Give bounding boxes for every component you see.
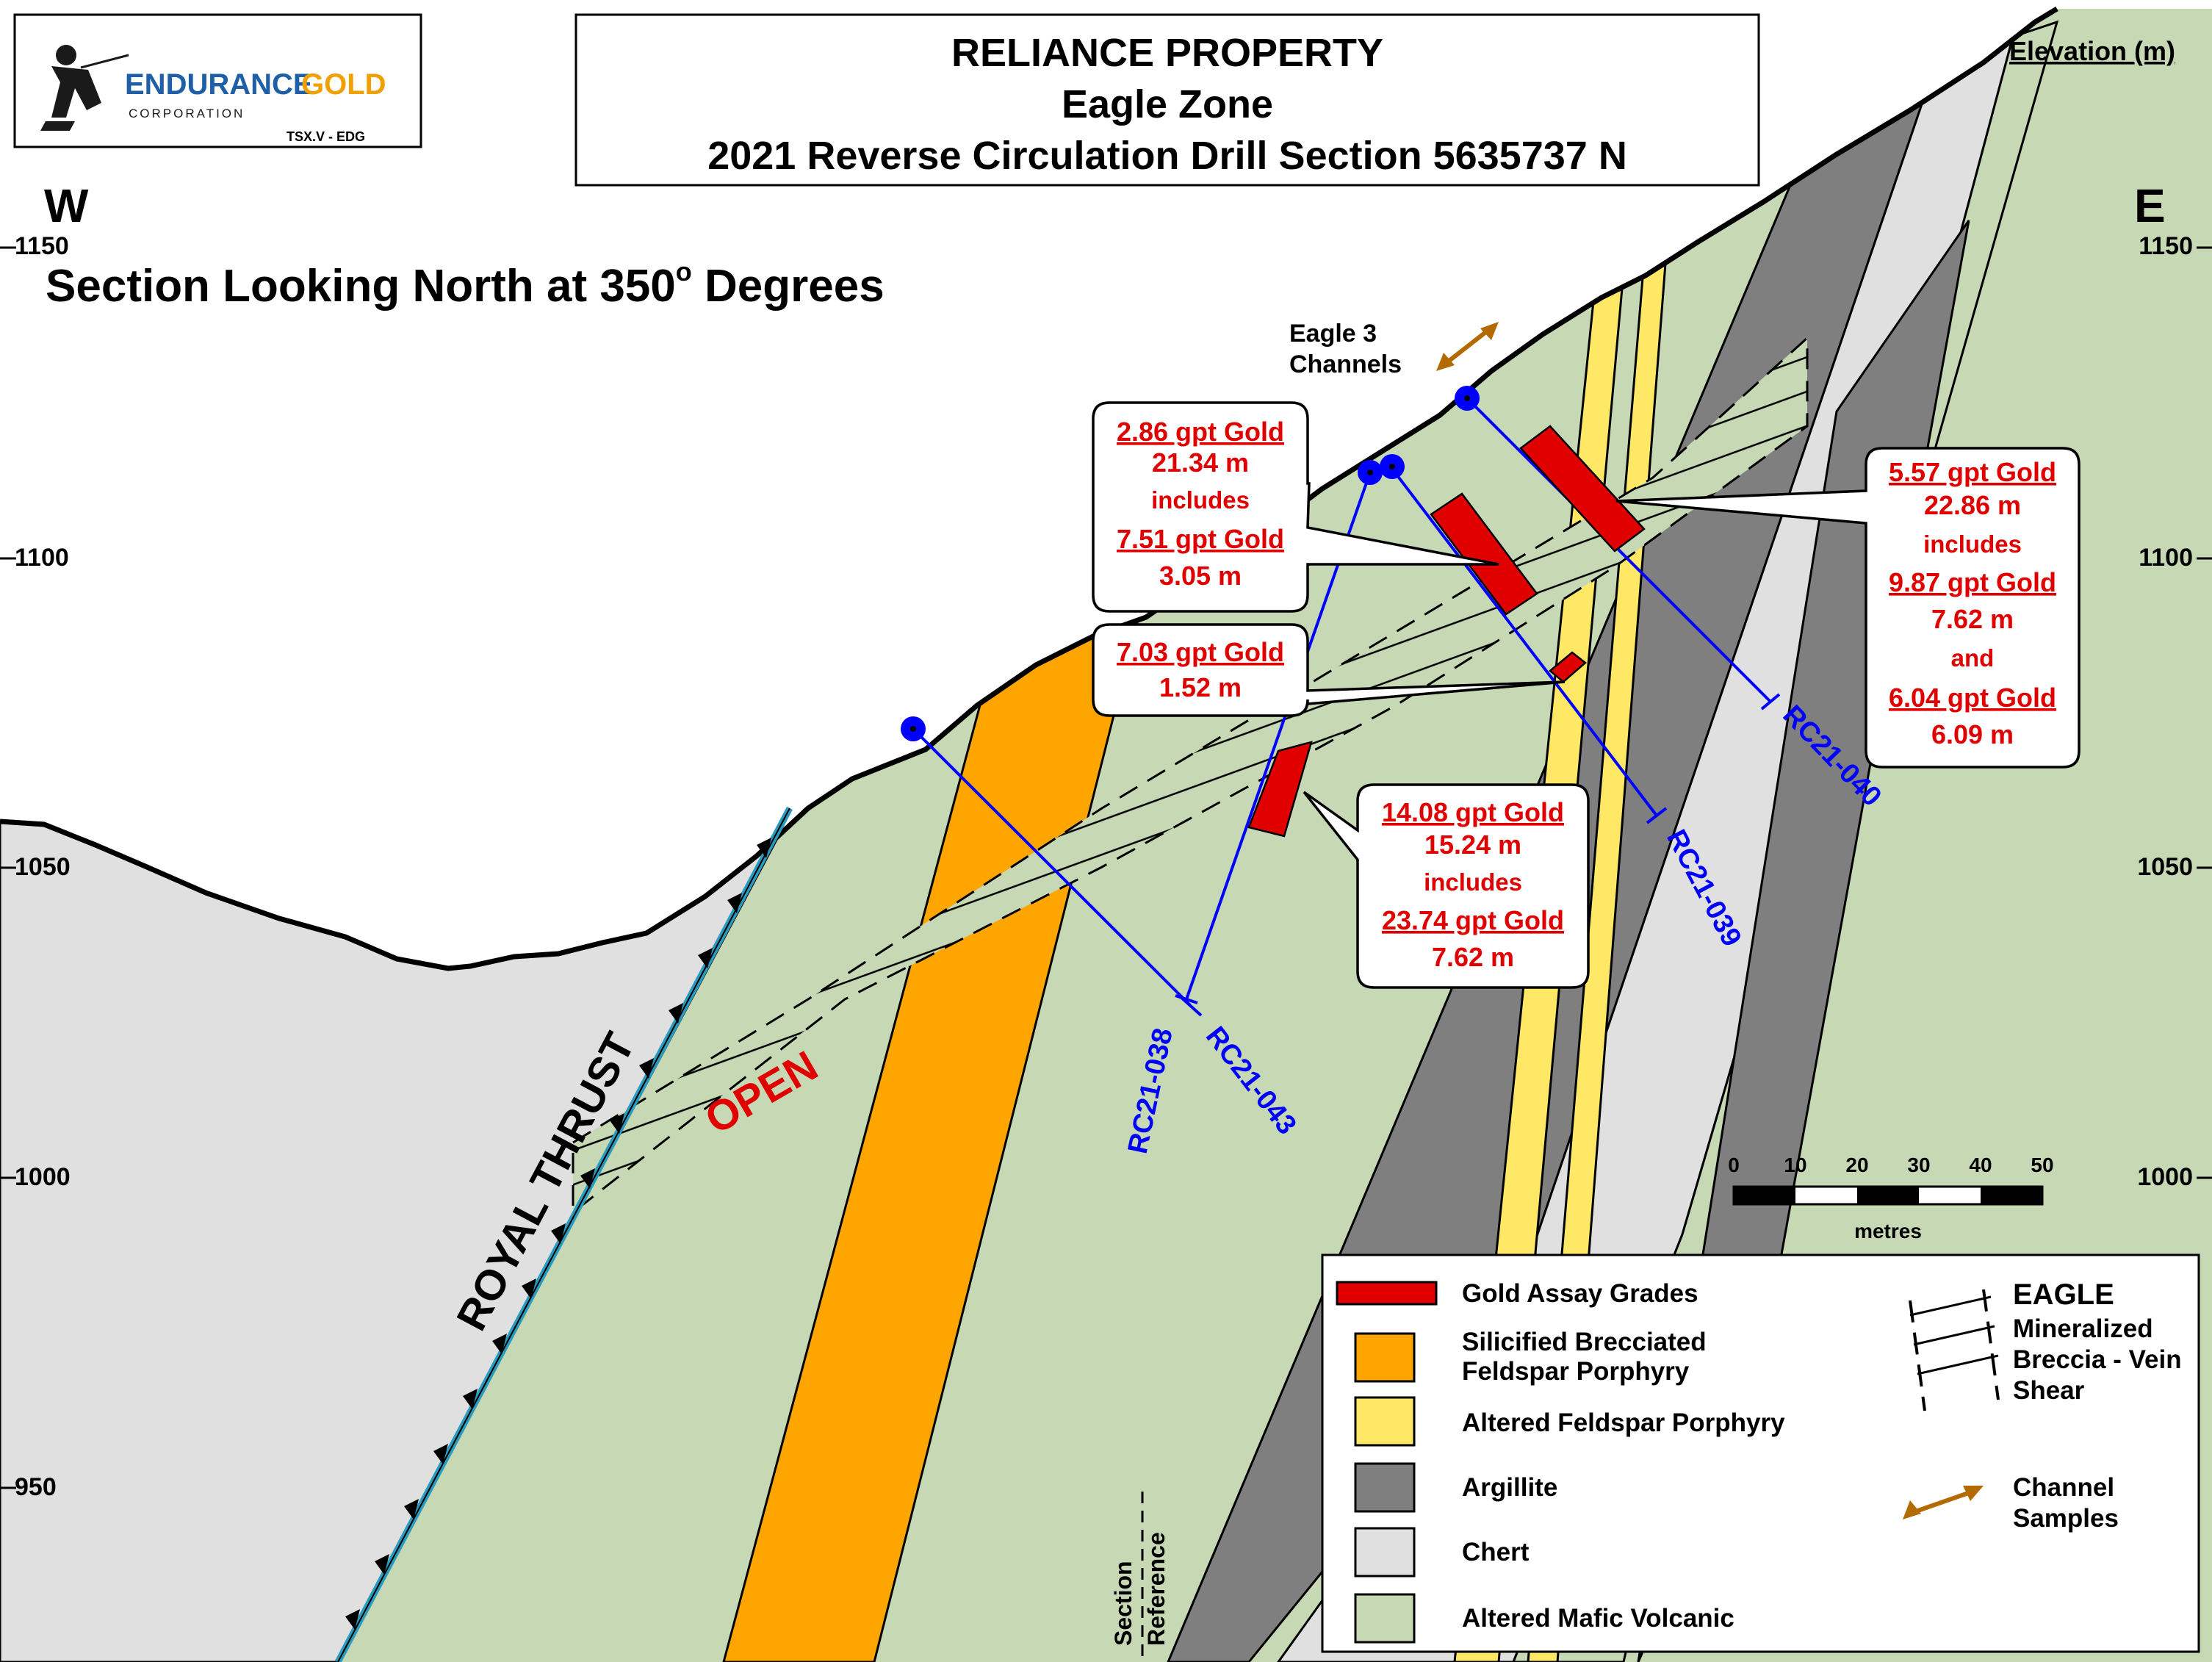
tick-right-1100: 1100 [2139,544,2193,572]
legend-labels: Gold Assay Grades Silicified Brecciated … [1462,1278,2182,1633]
tick-left-1100: 1100 [15,544,69,572]
callout-c1-grade2: 7.51 gpt Gold [1117,524,1284,554]
legend-channel-line1: Channel [2013,1473,2114,1502]
callout-c4-grade2: 9.87 gpt Gold [1889,567,2056,597]
callout-c4-and: and [1951,644,1995,672]
legend-label-chert: Chert [1462,1538,1530,1566]
callout-c1-grade: 2.86 gpt Gold [1117,417,1284,447]
tick-left-950: 950 [15,1473,57,1501]
callout-c3-grade: 14.08 gpt Gold [1382,797,1564,827]
tick-left-1000: 1000 [15,1163,71,1191]
title-line1: RELIANCE PROPERTY [951,31,1383,75]
callout-c1-length2: 3.05 m [1159,561,1242,591]
tick-right-1050: 1050 [2137,853,2193,881]
callout-c2-grade: 7.03 gpt Gold [1117,637,1284,667]
tick-right-1000: 1000 [2137,1163,2193,1191]
legend-eagle-title: EAGLE [2013,1278,2114,1311]
eagle3-channels-label-line1: Eagle 3 [1289,320,1377,348]
callout-c4-includes: includes [1923,530,2022,558]
open-label: OPEN [697,1042,826,1143]
title-line3: 2021 Reverse Circulation Drill Section 5… [707,134,1627,178]
callout-c4-grade: 5.57 gpt Gold [1889,457,2056,487]
scale-tick-40: 40 [1969,1154,1992,1176]
section-view-label: Section Looking North at 350o Degrees [46,256,885,312]
section-reference-label-line2: Reference [1143,1532,1170,1646]
callout-c1-length: 21.34 m [1152,447,1249,478]
elevation-tick-labels: 1150 1100 1050 1000 950 1150 1100 1050 1… [15,232,2193,1501]
legend-channel-line2: Samples [2013,1504,2119,1533]
tick-left-1150: 1150 [15,232,69,260]
legend-eagle-line3: Shear [2013,1376,2085,1405]
label-rc21-040[interactable]: RC21-040 [1777,699,1888,813]
tick-left-1050: 1050 [15,853,71,881]
scale-tick-30: 30 [1907,1154,1930,1176]
eagle3-channels-label-line2: Channels [1289,350,1402,378]
royal-thrust-label: ROYAL THRUST [447,1025,644,1338]
callout-c2-length: 1.52 m [1159,672,1242,702]
callout-c3: 14.08 gpt Gold 15.24 m includes 23.74 gp… [1382,797,1564,972]
legend-label-mafic: Altered Mafic Volcanic [1462,1604,1734,1633]
scale-tick-50: 50 [2031,1154,2053,1176]
direction-east: E [2134,179,2166,232]
callout-c3-length2: 7.62 m [1432,942,1514,972]
callout-c1: 2.86 gpt Gold 21.34 m includes 7.51 gpt … [1117,417,1284,591]
callout-c4-length: 22.86 m [1924,490,2021,520]
logo-corporation: CORPORATION [129,107,245,120]
scale-unit: metres [1854,1220,1922,1242]
label-rc21-043[interactable]: RC21-043 [1200,1021,1303,1140]
label-rc21-039[interactable]: RC21-039 [1660,825,1747,952]
scale-tick-0: 0 [1728,1154,1740,1176]
callout-c4-length3: 6.09 m [1931,719,2014,749]
logo-company-accent: GOLD [301,68,386,101]
scale-tick-10: 10 [1784,1154,1806,1176]
text-layer: ENDURANCE GOLD CORPORATION TSX.V - EDG R… [15,31,2193,1646]
legend-eagle-line1: Mineralized [2013,1314,2153,1343]
elevation-axis-label: Elevation (m) [2009,36,2175,66]
legend-label-altered-porphyry: Altered Feldspar Porphyry [1462,1409,1785,1437]
direction-west: W [44,179,89,232]
callout-c3-includes: includes [1424,868,1522,896]
label-rc21-038[interactable]: RC21-038 [1123,1026,1179,1156]
legend-label-argillite: Argillite [1462,1473,1557,1502]
callout-c4-length2: 7.62 m [1931,604,2014,634]
title-line2: Eagle Zone [1062,82,1273,126]
scale-bar-labels: 0 10 20 30 40 50 metres [1728,1154,2053,1242]
callout-c4-grade3: 6.04 gpt Gold [1889,683,2056,713]
legend-label-silicified-2: Feldspar Porphyry [1462,1357,1690,1386]
callout-c4: 5.57 gpt Gold 22.86 m includes 9.87 gpt … [1889,457,2056,749]
legend-label-silicified-1: Silicified Brecciated [1462,1328,1707,1356]
logo-company-name: ENDURANCE [125,68,313,101]
legend-eagle-line2: Breccia - Vein [2013,1345,2182,1374]
section-reference-label-line1: Section [1110,1561,1136,1646]
scale-tick-20: 20 [1845,1154,1868,1176]
callout-c3-length: 15.24 m [1424,830,1521,860]
callout-c1-includes: includes [1151,486,1250,514]
callout-c3-grade2: 23.74 gpt Gold [1382,905,1564,935]
tick-right-1150: 1150 [2139,232,2193,260]
logo-ticker: TSX.V - EDG [287,129,365,144]
callout-c2: 7.03 gpt Gold 1.52 m [1117,637,1284,702]
legend-label-gold-assay: Gold Assay Grades [1462,1279,1698,1308]
